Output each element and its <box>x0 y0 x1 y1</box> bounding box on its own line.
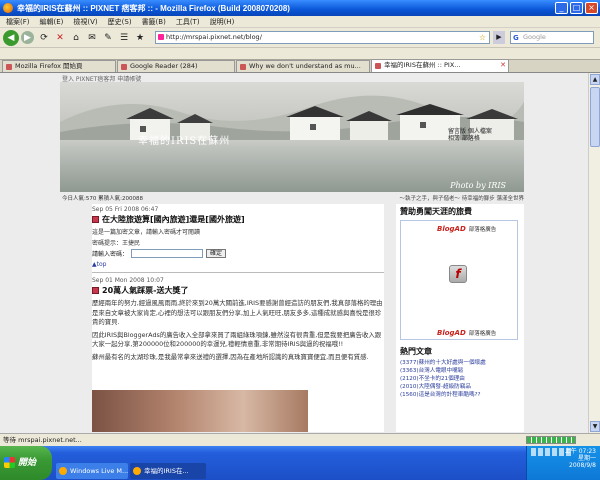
locked-notice: 這是一篇加密文章，請輸入密碼才可閱讀 <box>92 229 201 236</box>
post-paragraph: 因此IRIS與BloggerAds的廣告收入全部拿來買了兩組綠珠項鍊,雖然沒有很… <box>92 330 382 349</box>
maximize-button[interactable]: □ <box>570 2 583 14</box>
post-date: Sep 05 Fri 2008 06:47 <box>92 206 159 213</box>
toolbar-extension-icon-1[interactable]: ✉ <box>86 32 98 44</box>
stop-icon[interactable]: ✕ <box>54 32 66 44</box>
back-to-top-link[interactable]: ▲top <box>92 261 384 268</box>
windows-flag-icon <box>4 457 15 468</box>
menu-bookmarks[interactable]: 書籤(B) <box>142 17 166 27</box>
status-bar: 等待 mrspai.pixnet.net... <box>0 433 600 446</box>
main-column: Sep 05 Fri 2008 06:47 在大陸旅遊算[國內旅遊]還是[國外旅… <box>92 204 384 432</box>
page-content: 登入 PIXNET痞客邦 申請帳號 幸福的IRIS在蘇州 留言版 個人檔案 相簿… <box>0 73 588 433</box>
menu-history[interactable]: 歷史(S) <box>108 17 132 27</box>
visitor-stats: 今日人氣:570 累積人氣:200088 <box>62 196 143 202</box>
forward-button[interactable]: ▶ <box>21 31 34 44</box>
hot-posts-title: 熱門文章 <box>400 347 432 356</box>
taskbar-item-windows-live[interactable]: Windows Live M... <box>56 463 128 479</box>
firefox-icon <box>3 3 13 13</box>
hot-post-link[interactable]: (2010)大陸偶發-超級防竊品 <box>400 383 524 391</box>
window-titlebar: 幸福的IRIS在蘇州 :: PIXNET 痞客邦 :: - Mozilla Fi… <box>0 0 600 16</box>
blog-banner: 幸福的IRIS在蘇州 留言版 個人檔案 相簿 部落格 Photo by IRIS <box>60 82 524 192</box>
close-button[interactable]: × <box>585 2 598 14</box>
tab-firefox-start[interactable]: Mozilla Firefox 開始頁 <box>2 60 116 72</box>
toolbar-extension-icon-3[interactable]: ☰ <box>118 32 130 44</box>
post-photo <box>92 390 308 432</box>
hot-post-link[interactable]: (3363)台灣人電眼中嘴鬆 <box>400 367 524 375</box>
hot-post-link[interactable]: (1560)這是台灣的計程車酷嗎?? <box>400 391 524 399</box>
home-icon[interactable]: ⌂ <box>70 32 82 44</box>
vertical-scrollbar[interactable]: ▲ ▼ <box>588 73 600 433</box>
blog-title[interactable]: 幸福的IRIS在蘇州 <box>138 132 230 147</box>
taskbar-item-firefox[interactable]: 幸福的IRIS在... <box>130 463 206 479</box>
blogad-logo-bottom: BlogAD 部落格廣告 <box>437 329 497 337</box>
password-row: 請輸入密碼： 確定 <box>92 249 384 258</box>
sidebar: 贊助勇闖天涯的旅費 BlogAD 部落格廣告 f BlogAD 部落格廣告 熱門文章… <box>396 204 524 432</box>
search-input[interactable]: G Google <box>510 31 594 44</box>
sponsor-title: 贊助勇闖天涯的旅費 <box>400 207 472 216</box>
menu-bar: 檔案(F) 編輯(E) 檢視(V) 歷史(S) 書籤(B) 工具(T) 說明(H… <box>0 16 600 28</box>
blogad-logo-top: BlogAD 部落格廣告 <box>437 225 497 233</box>
bookmark-star-icon[interactable]: ☆ <box>479 32 486 43</box>
scrollbar-thumb[interactable] <box>590 87 600 147</box>
bookmarks-toolbar <box>0 48 600 60</box>
post-divider <box>92 272 384 273</box>
status-text: 等待 mrspai.pixnet.net... <box>3 436 82 444</box>
tab-iris-blog[interactable]: 幸福的IRIS在蘇州 :: PIX... ✕ <box>371 59 509 72</box>
search-placeholder: Google <box>523 33 546 41</box>
password-input[interactable] <box>131 249 204 258</box>
menu-view[interactable]: 檢視(V) <box>73 17 97 27</box>
confirm-button[interactable]: 確定 <box>206 249 227 258</box>
post-icon <box>92 216 99 223</box>
loading-progress-bar <box>526 436 576 444</box>
blog-motto: ～執子之手，與子偕老～ 待幸福的腳步 蕩漾全世界 <box>399 196 525 202</box>
scroll-up-arrow[interactable]: ▲ <box>590 74 600 85</box>
system-tray: 上午 07:23 星期一 2008/9/8 <box>526 446 600 480</box>
google-search-icon: G <box>513 34 519 42</box>
password-label: 請輸入密碼： <box>92 251 129 258</box>
clock[interactable]: 上午 07:23 星期一 2008/9/8 <box>565 448 596 469</box>
url-bar[interactable]: http://mrspai.pixnet.net/blog/ ☆ <box>155 31 490 44</box>
back-button[interactable]: ◀ <box>3 29 19 46</box>
windows-taskbar: 開始 Windows Live M... 幸福的IRIS在... 上午 07:2… <box>0 446 600 480</box>
minimize-button[interactable]: _ <box>555 2 568 14</box>
tab-google-reader[interactable]: Google Reader (284) <box>117 60 235 72</box>
tab-why-we-dont[interactable]: Why we don't understand as mu... <box>236 60 370 72</box>
post-date: Sep 01 Mon 2008 10:07 <box>92 277 164 284</box>
site-favicon <box>158 34 164 40</box>
menu-edit[interactable]: 編輯(E) <box>40 17 64 27</box>
post-paragraph: 蘇州最有名的太湖珍珠,是我最常拿來送禮的選擇,因為在產地所認識的真珠寶寶便宜,而… <box>92 352 369 361</box>
start-button[interactable]: 開始 <box>0 446 52 480</box>
menu-tools[interactable]: 工具(T) <box>176 17 200 27</box>
navigation-toolbar: ◀ ▶ ⟳ ✕ ⌂ ✉ ✎ ☰ ★ http://mrspai.pixnet.n… <box>0 28 600 48</box>
toolbar-extension-icon-4[interactable]: ★ <box>134 32 146 44</box>
menu-help[interactable]: 說明(H) <box>210 17 235 27</box>
password-hint: 密碼提示：王捷民 <box>92 240 141 247</box>
menu-file[interactable]: 檔案(F) <box>6 17 30 27</box>
flash-plugin-icon[interactable]: f <box>449 265 467 283</box>
tab-close-icon[interactable]: ✕ <box>500 60 506 71</box>
hot-post-link[interactable]: (3377)蘇州的十大好處與一個壞處 <box>400 359 524 367</box>
post-icon <box>92 287 99 294</box>
scroll-down-arrow[interactable]: ▼ <box>590 421 600 432</box>
go-button[interactable]: ▶ <box>493 31 505 44</box>
tab-bar: Mozilla Firefox 開始頁 Google Reader (284) … <box>0 59 600 73</box>
blogad-box[interactable]: BlogAD 部落格廣告 f BlogAD 部落格廣告 <box>400 220 518 340</box>
post-title[interactable]: 在大陸旅遊算[國內旅遊]還是[國外旅遊] <box>92 214 384 225</box>
window-title: 幸福的IRIS在蘇州 :: PIXNET 痞客邦 :: - Mozilla Fi… <box>17 3 290 13</box>
photo-credit: Photo by IRIS <box>450 181 506 190</box>
url-text: http://mrspai.pixnet.net/blog/ <box>166 33 262 41</box>
post-paragraph: 歷經兩年的努力,經過風風雨雨,終於來到20萬大關前進,IRIS要感謝曾經造訪的朋… <box>92 299 383 326</box>
banner-nav-links[interactable]: 留言版 個人檔案 相簿 部落格 <box>448 128 496 150</box>
post-title[interactable]: 20萬人氣踩票-送大獎了 <box>92 285 384 296</box>
toolbar-extension-icon-2[interactable]: ✎ <box>102 32 114 44</box>
hot-post-link[interactable]: (2120)不坐卡的21個理由 <box>400 375 524 383</box>
reload-icon[interactable]: ⟳ <box>38 32 50 44</box>
